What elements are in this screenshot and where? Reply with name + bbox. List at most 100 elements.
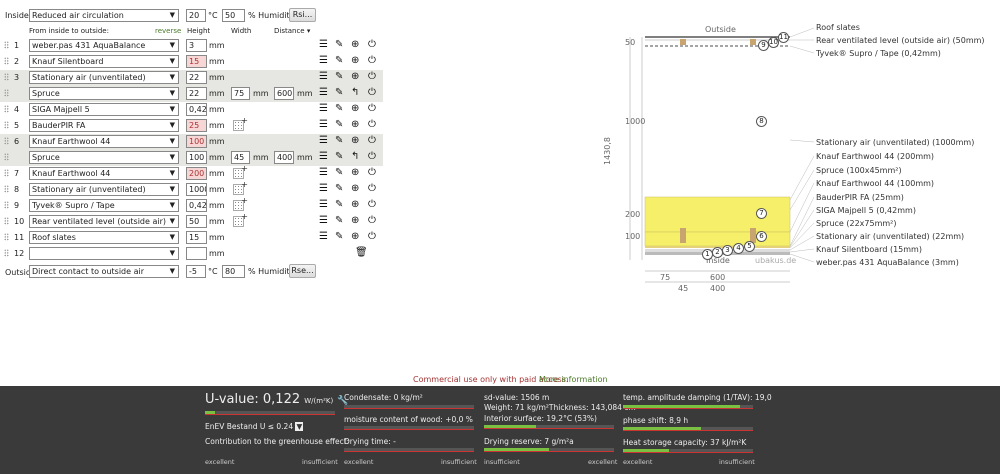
edit-icon[interactable]: ✎ [335,167,343,179]
drag-handle-icon[interactable] [4,105,9,113]
insert-icon[interactable]: ⊕ [351,183,359,195]
dropdown-icon[interactable]: ▼ [295,422,304,431]
menu-icon[interactable]: ☰ [319,231,328,243]
add-inhomogeneous-icon[interactable] [233,212,248,227]
drag-handle-icon[interactable] [4,185,9,193]
menu-icon[interactable]: ☰ [319,183,328,195]
height-input[interactable]: 15 [186,55,207,68]
material-select[interactable]: ▼ [29,247,179,260]
edit-icon[interactable]: ✎ [335,231,343,243]
insert-icon[interactable]: ⊕ [351,231,359,243]
layer-marker-4[interactable]: 4 [733,243,744,254]
menu-icon[interactable]: ☰ [319,71,328,83]
drag-handle-icon[interactable] [4,249,9,257]
menu-icon[interactable]: ☰ [319,151,328,163]
rsi-button[interactable]: Rsi... [289,8,316,22]
material-select[interactable]: SIGA Majpell 5 ▼ [29,103,179,116]
rse-button[interactable]: Rse... [289,264,316,278]
material-select[interactable]: Spruce ▼ [29,151,179,164]
layer-marker-7[interactable]: 7 [756,208,767,219]
edit-icon[interactable]: ✎ [335,55,343,67]
width-input[interactable]: 75 [231,87,250,100]
edit-icon[interactable]: ✎ [335,183,343,195]
outside-climate-select[interactable]: Direct contact to outside air ▼ [29,265,179,278]
insert-icon[interactable]: ⊕ [351,199,359,211]
insert-icon[interactable]: ⊕ [351,103,359,115]
inside-climate-select[interactable]: Reduced air circulation ▼ [29,9,179,22]
edit-icon[interactable]: ✎ [335,215,343,227]
distance-input[interactable]: 600 [274,87,294,100]
add-inhomogeneous-icon[interactable] [233,164,248,179]
edit-icon[interactable]: ✎ [335,119,343,131]
insert-icon[interactable]: ⊕ [351,55,359,67]
drag-handle-icon[interactable] [4,73,9,81]
height-input[interactable] [186,247,207,260]
return-icon[interactable]: ↰ [351,87,359,99]
height-input[interactable]: 0,42 [186,199,207,212]
edit-icon[interactable]: ✎ [335,39,343,51]
menu-icon[interactable]: ☰ [319,215,328,227]
drag-handle-icon[interactable] [4,233,9,241]
power-icon[interactable]: ⏻ [368,231,376,243]
menu-icon[interactable]: ☰ [319,55,328,67]
drag-handle-icon[interactable] [4,153,9,161]
inside-temp-input[interactable]: 20 [186,9,206,22]
outside-humidity-input[interactable]: 80 [222,265,245,278]
edit-icon[interactable]: ✎ [335,199,343,211]
power-icon[interactable]: ⏻ [368,151,376,163]
power-icon[interactable]: ⏻ [368,183,376,195]
height-input[interactable]: 25 [186,119,207,132]
edit-icon[interactable]: ✎ [335,103,343,115]
edit-icon[interactable]: ✎ [335,151,343,163]
inside-humidity-input[interactable]: 50 [222,9,245,22]
return-icon[interactable]: ↰ [351,151,359,163]
menu-icon[interactable]: ☰ [319,119,328,131]
menu-icon[interactable]: ☰ [319,103,328,115]
insert-icon[interactable]: ⊕ [351,39,359,51]
power-icon[interactable]: ⏻ [368,167,376,179]
outside-temp-input[interactable]: -5 [186,265,206,278]
menu-icon[interactable]: ☰ [319,199,328,211]
add-inhomogeneous-icon[interactable] [233,180,248,195]
material-select[interactable]: Knauf Earthwool 44 ▼ [29,135,179,148]
height-input[interactable]: 1000 [186,183,207,196]
height-input[interactable]: 100 [186,151,207,164]
distance-input[interactable]: 400 [274,151,294,164]
material-select[interactable]: Stationary air (unventilated) ▼ [29,183,179,196]
add-inhomogeneous-icon[interactable] [233,116,248,131]
layer-marker-8[interactable]: 8 [756,116,767,127]
menu-icon[interactable]: ☰ [319,87,328,99]
drag-handle-icon[interactable] [4,121,9,129]
power-icon[interactable]: ⏻ [368,71,376,83]
menu-icon[interactable]: ☰ [319,167,328,179]
layer-marker-11[interactable]: 11 [778,32,789,43]
height-input[interactable]: 50 [186,215,207,228]
edit-icon[interactable]: ✎ [335,71,343,83]
more-info-link[interactable]: More information [539,374,608,385]
insert-icon[interactable]: ⊕ [351,135,359,147]
edit-icon[interactable]: ✎ [335,135,343,147]
reverse-link[interactable]: reverse [155,26,181,37]
height-input[interactable]: 0,42 [186,103,207,116]
drag-handle-icon[interactable] [4,201,9,209]
enev-label[interactable]: EnEV Bestand U ≤ 0.24 ▼ [205,422,304,431]
power-icon[interactable]: ⏻ [368,103,376,115]
menu-icon[interactable]: ☰ [319,39,328,51]
add-inhomogeneous-icon[interactable] [233,196,248,211]
layer-marker-6[interactable]: 6 [756,231,767,242]
material-select[interactable]: Stationary air (unventilated) ▼ [29,71,179,84]
height-input[interactable]: 15 [186,231,207,244]
drag-handle-icon[interactable] [4,169,9,177]
insert-icon[interactable]: ⊕ [351,215,359,227]
power-icon[interactable]: ⏻ [368,39,376,51]
layer-marker-3[interactable]: 3 [722,245,733,256]
distance-header[interactable]: Distance ▾ [274,26,310,37]
power-icon[interactable]: ⏻ [368,55,376,67]
drag-handle-icon[interactable] [4,57,9,65]
height-input[interactable]: 3 [186,39,207,52]
height-input[interactable]: 100 [186,135,207,148]
height-input[interactable]: 200 [186,167,207,180]
drag-handle-icon[interactable] [4,217,9,225]
power-icon[interactable]: ⏻ [368,119,376,131]
material-select[interactable]: Roof slates ▼ [29,231,179,244]
